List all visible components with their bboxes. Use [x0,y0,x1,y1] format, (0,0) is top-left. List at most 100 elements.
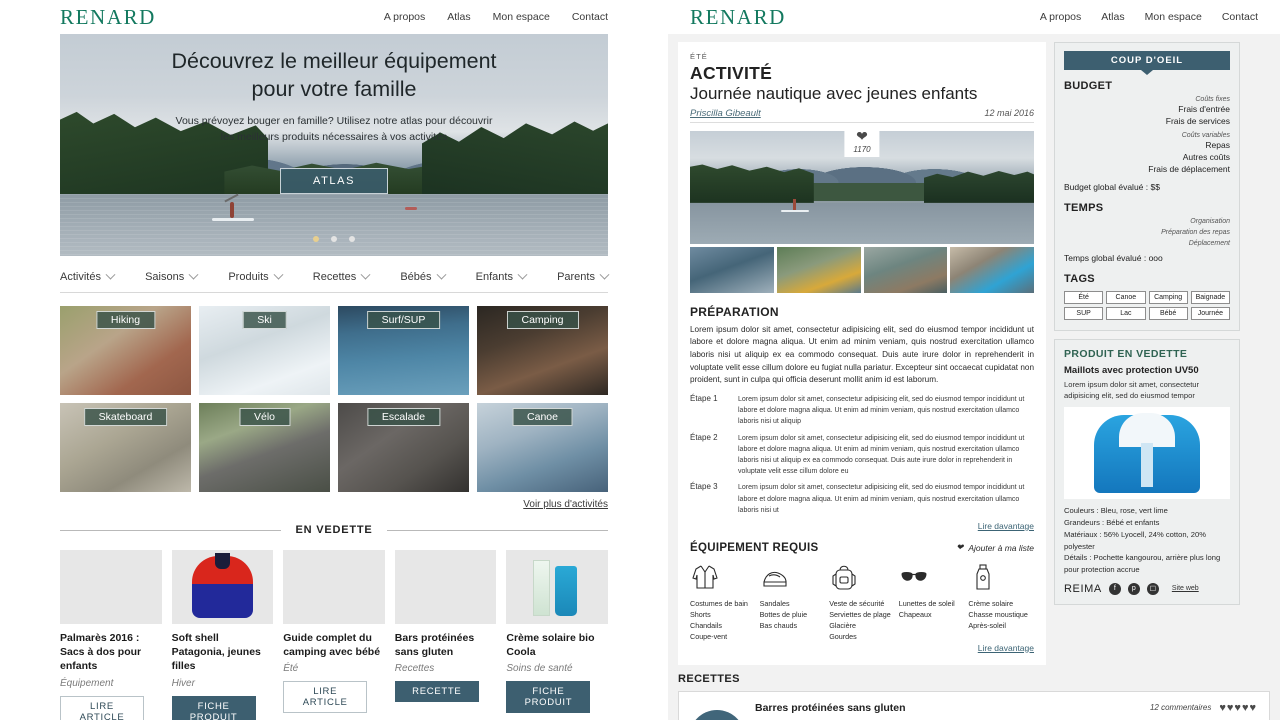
recipe-rating-hearts[interactable]: ♥♥♥♥♥ [1219,702,1257,714]
topnav-item-1[interactable]: Atlas [447,11,470,23]
article-type: ACTIVITÉ [690,63,773,83]
featured-card-image-2[interactable] [283,550,385,624]
tag-sup[interactable]: SUP [1064,306,1104,320]
article-date: 12 mai 2016 [984,108,1034,119]
topnav-right-item-2[interactable]: Mon espace [1145,11,1202,23]
product-brand-row: REIMA f p ☐ Site web [1064,582,1230,595]
like-badge[interactable]: ❤ 1170 [844,123,880,157]
budget-variable-items: Repas Autres coûts Frais de déplacement [1064,139,1230,176]
screenshot-stage: RENARD A propos Atlas Mon espace Contact… [0,0,1280,720]
hoodie-graphic [1093,413,1201,494]
topnav-item-0[interactable]: A propos [384,11,425,23]
tag-été[interactable]: Été [1064,290,1104,304]
catnav-item-5[interactable]: Enfants [476,269,528,283]
photo-thumbnail-2[interactable] [863,246,948,293]
carousel-dot-2[interactable] [349,236,355,242]
heart-filled-icon: ❤ [956,542,964,553]
catnav-item-4[interactable]: Bébés [400,269,446,283]
pinterest-icon[interactable]: p [1127,582,1140,595]
photo-thumbnail-1[interactable] [776,246,861,293]
equipment-list-0: Costumes de bain Shorts Chandails Coupe-ven… [690,598,756,643]
article-title: Journée nautique avec jeunes enfants [690,84,978,103]
featured-card-4: Crème solaire bio Coola Soins de santé FIC… [506,550,608,720]
fleece-graphic [191,553,253,618]
product-website-link[interactable]: Site web [1172,585,1199,592]
carousel-dot-1[interactable] [331,236,337,242]
featured-card-title-3: Bars protéinées sans gluten [394,632,475,659]
featured-card-button-2[interactable]: LIRE ARTICLE [283,681,368,714]
facebook-icon[interactable]: f [1108,582,1121,595]
recipes-heading: RECETTES [678,672,740,685]
topnav-item-2[interactable]: Mon espace [493,11,550,23]
equipment-item-2-2: Glacière [829,621,856,631]
tag-lac[interactable]: Lac [1106,306,1146,320]
catnav-item-6[interactable]: Parents [557,269,610,283]
photo-thumbnails [690,246,1034,293]
activity-tile-hiking[interactable]: Hiking [60,306,191,395]
featured-card-button-0[interactable]: LIRE ARTICLE [60,695,144,720]
tag-bébé[interactable]: Bébé [1148,306,1188,320]
hero-banner: Découvrez le meilleur équipement pour vo… [60,34,608,256]
recipe-comments-count[interactable]: 12 commentaires [1150,703,1211,712]
featured-heading: EN VEDETTE [295,524,373,536]
rule-right [386,529,609,531]
activity-tile-canoe[interactable]: Canoe [477,403,608,492]
photo-thumbnail-0[interactable] [690,246,774,293]
tile-label: Canoe [512,408,573,426]
recipe-title[interactable]: Barres protéinées sans gluten [755,702,906,714]
activity-tile-skateboard[interactable]: Skateboard [60,403,191,492]
budget-variable-item-0: Repas [1205,139,1230,150]
preparation-read-more[interactable]: Lire davantage [690,521,1034,531]
activity-tile-surf-sup[interactable]: Surf/SUP [338,306,469,395]
featured-heading-row: EN VEDETTE [60,524,609,536]
featured-card-2: Guide complet du camping avec bébé Été LIR… [283,550,385,720]
topnav-right-item-3[interactable]: Contact [1222,11,1258,23]
brand-logo[interactable]: RENARD [60,5,156,30]
featured-card-image-0[interactable] [60,550,162,624]
catnav-item-2[interactable]: Produits [228,269,284,283]
featured-card-image-1[interactable] [171,550,274,624]
equipment-read-more[interactable]: Lire davantage [690,643,1034,653]
see-more-activities-link[interactable]: Voir plus d'activités [0,499,608,510]
product-description: Lorem ipsum dolor sit amet, consectetur … [1064,379,1200,400]
featured-card-button-4[interactable]: FICHE PRODUIT [506,681,591,714]
activity-tile-ski[interactable]: Ski [199,306,330,395]
catnav-item-3[interactable]: Recettes [313,269,371,283]
tag-journée[interactable]: Journée [1190,306,1230,320]
brand-logo-right[interactable]: RENARD [690,5,786,30]
activity-tile-escalade[interactable]: Escalade [338,403,469,492]
add-to-list-button[interactable]: ❤ Ajouter à ma liste [956,542,1034,553]
instagram-icon[interactable]: ☐ [1146,582,1159,595]
budget-heading: BUDGET [1064,80,1113,92]
atlas-button[interactable]: ATLAS [279,167,389,194]
featured-card-button-3[interactable]: RECETTE [394,681,479,703]
topnav-right-item-0[interactable]: A propos [1040,11,1081,23]
topnav-right-item-1[interactable]: Atlas [1101,11,1124,23]
equipment-columns: Costumes de bain Shorts Chandails Coupe-ven… [690,560,1034,643]
recipe-body: Barres protéinées sans gluten 12 comment… [755,702,1257,720]
carousel-dot-0[interactable] [313,236,319,242]
product-image[interactable] [1064,407,1230,500]
activity-tile-camping[interactable]: Camping [477,306,608,395]
tag-canoe[interactable]: Canoe [1106,290,1146,304]
equipment-item-1-0: Sandales [759,598,790,608]
chevron-down-icon [273,269,284,280]
equipment-list-2: Veste de sécurité Serviettes de plage Glac… [829,598,895,643]
photo-thumbnail-3[interactable] [950,246,1034,293]
equipment-list-3: Lunettes de soleil Chapeaux [899,598,965,620]
article-author[interactable]: Priscilla Gibeault [690,108,761,119]
topnav-item-3[interactable]: Contact [572,11,608,23]
activity-tile-v-lo[interactable]: Vélo [199,403,330,492]
catnav-item-0[interactable]: Activités [60,269,116,283]
temps-item-1: Préparation des repas [1161,228,1230,236]
catnav-item-1[interactable]: Saisons [145,269,199,283]
featured-card-category-3: Recettes [394,663,435,675]
step-text-2: Lorem ipsum dolor sit amet, consectetur … [738,484,1025,514]
tag-baignade[interactable]: Baignade [1190,290,1230,304]
featured-card-button-1[interactable]: FICHE PRODUIT [171,695,256,720]
equipment-item-0-2: Chandails [690,621,722,631]
featured-card-image-3[interactable] [394,550,497,624]
featured-card-image-4[interactable] [506,550,608,624]
tag-camping[interactable]: Camping [1148,290,1188,304]
category-navigation: Activités Saisons Produits Recettes Bébés Enf… [60,269,610,293]
